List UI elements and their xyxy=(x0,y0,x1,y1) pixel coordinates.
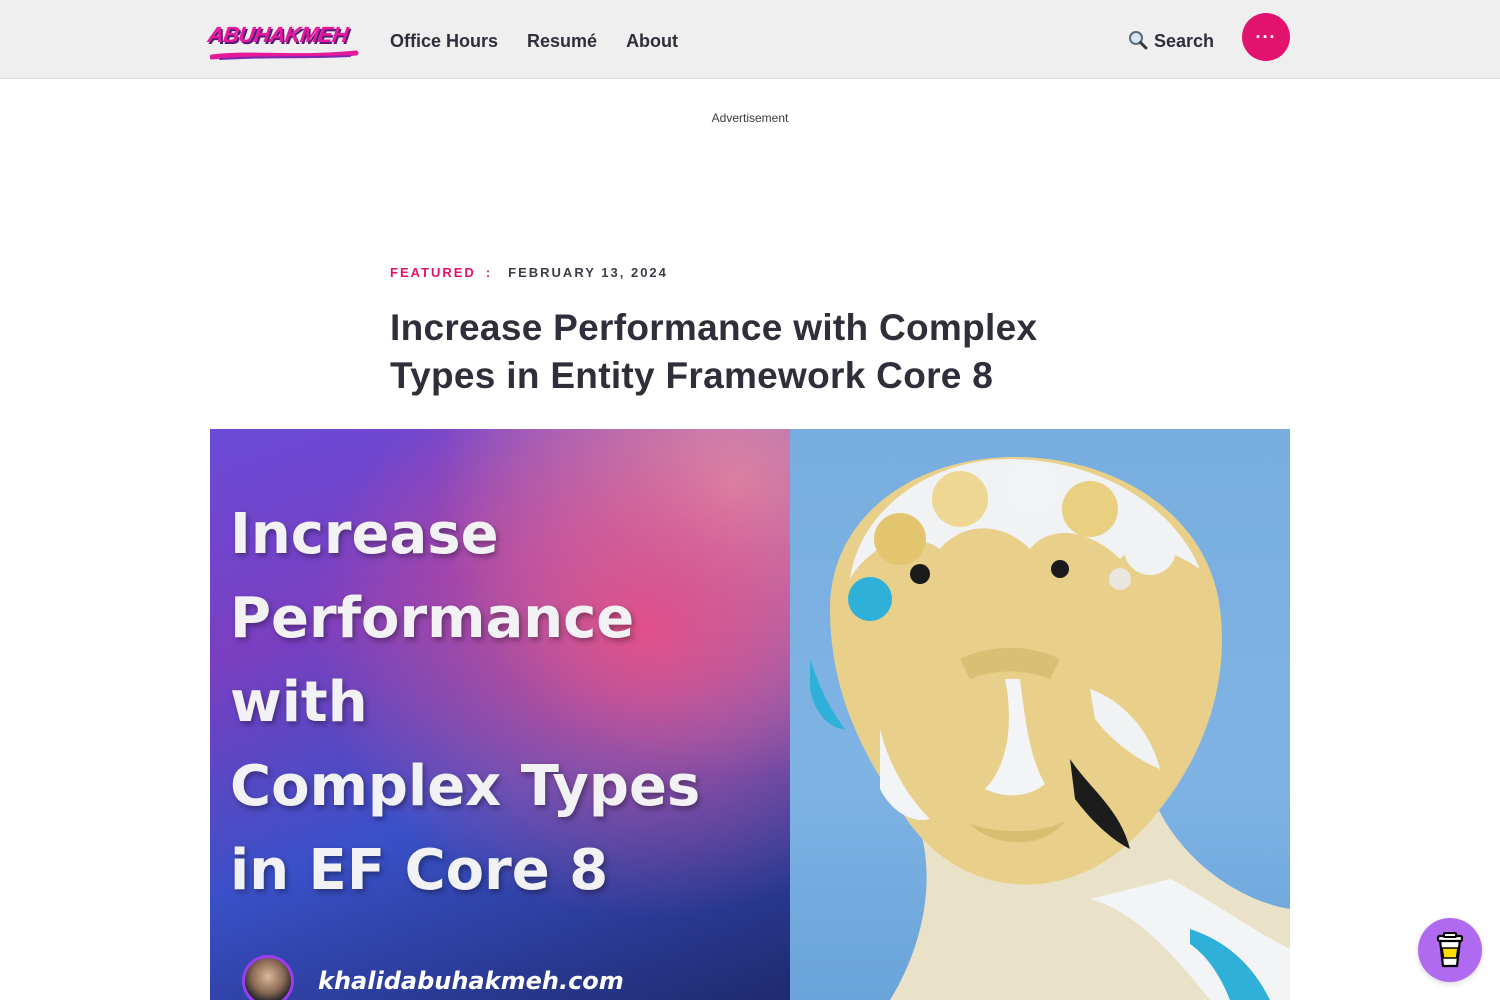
more-dots-icon: ··· xyxy=(1255,26,1277,47)
main-nav: Office Hours Resumé About xyxy=(390,31,678,52)
post-date: FEBRUARY 13, 2024 xyxy=(508,265,668,280)
hero-line: Increase xyxy=(230,502,499,567)
site-header: ABUHAKMEH Office Hours Resumé About Sear… xyxy=(0,0,1500,79)
search-label: Search xyxy=(1154,31,1215,51)
buy-me-a-coffee-button[interactable] xyxy=(1418,918,1482,982)
hero-left-panel: Increase Performance with Complex Types … xyxy=(210,429,790,1000)
hero-headline: Increase Performance with Complex Types … xyxy=(230,493,770,913)
meta-separator: : xyxy=(485,265,493,280)
hero-line: Performance xyxy=(230,586,635,651)
sculpture-illustration xyxy=(810,456,1290,1000)
search-icon xyxy=(1128,30,1148,53)
logo-brush-stroke xyxy=(210,50,359,60)
post-title: Increase Performance with Complex Types … xyxy=(390,307,1038,396)
coffee-cup-icon xyxy=(1436,932,1464,968)
hero-line: Complex Types xyxy=(230,754,701,819)
menu-button[interactable]: ··· xyxy=(1242,13,1290,61)
hero-sculpture-panel xyxy=(790,429,1290,1000)
hero-site-badge: khalidabuhakmeh.com xyxy=(242,955,624,1000)
hero-line: in EF Core 8 xyxy=(230,838,609,903)
advertisement-label: Advertisement xyxy=(711,111,789,125)
category-link[interactable]: FEATURED xyxy=(390,265,476,280)
search-button[interactable]: Search xyxy=(1128,30,1214,53)
site-logo[interactable]: ABUHAKMEH xyxy=(206,22,359,64)
hero-image: Increase Performance with Complex Types … xyxy=(210,429,1290,1000)
post-meta: FEATURED : FEBRUARY 13, 2024 xyxy=(390,265,668,280)
hero-line: with xyxy=(230,670,368,735)
nav-office-hours[interactable]: Office Hours xyxy=(390,31,498,52)
logo-text: ABUHAKMEH xyxy=(206,22,350,47)
hero-site-url: khalidabuhakmeh.com xyxy=(318,967,624,995)
nav-about[interactable]: About xyxy=(626,31,678,52)
avatar xyxy=(242,955,294,1000)
nav-resume[interactable]: Resumé xyxy=(527,31,597,52)
